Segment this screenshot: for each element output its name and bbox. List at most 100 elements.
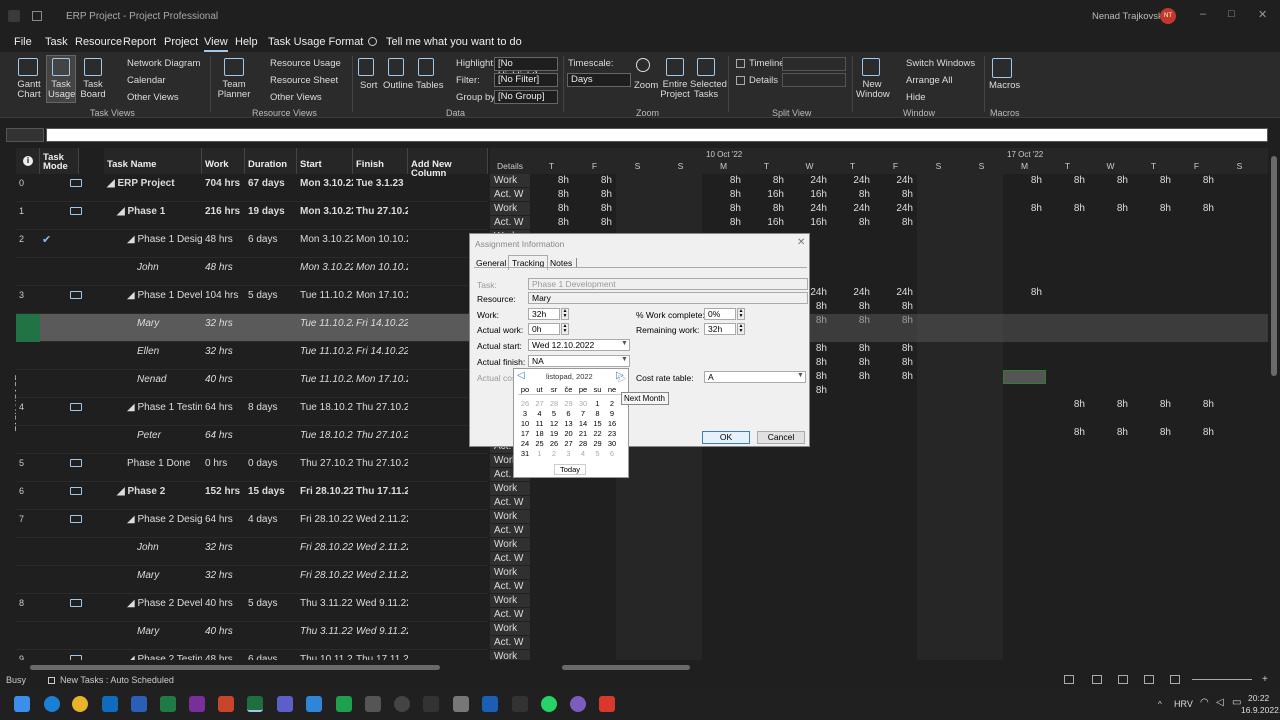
- work-cell[interactable]: 152 hrs: [202, 482, 245, 510]
- work-value-cell[interactable]: 8h: [1003, 174, 1046, 188]
- remaining-spinner[interactable]: ▲ ▼: [737, 323, 745, 335]
- other-views-button[interactable]: Other Views: [127, 92, 179, 103]
- work-value-cell[interactable]: 24h: [874, 174, 917, 188]
- work-value-cell[interactable]: 8h: [1089, 174, 1132, 188]
- excel-icon[interactable]: [160, 696, 176, 712]
- work-value-cell[interactable]: 8h: [1003, 202, 1046, 216]
- switch-windows-button[interactable]: Switch Windows: [906, 58, 975, 69]
- task-name-cell[interactable]: John: [134, 258, 202, 286]
- task-name-cell[interactable]: ◢ Phase 2 Testing: [124, 650, 202, 660]
- calendar-day[interactable]: 5: [547, 409, 561, 418]
- calendar-day[interactable]: 25: [533, 439, 547, 448]
- work-cell[interactable]: 32 hrs: [202, 566, 245, 594]
- pct-work-complete-input[interactable]: 0%: [704, 308, 736, 320]
- work-value-cell[interactable]: 8h: [1046, 202, 1089, 216]
- work-cell[interactable]: 48 hrs: [202, 650, 245, 660]
- calendar-day[interactable]: 28: [576, 439, 590, 448]
- start-cell[interactable]: Mon 3.10.22: [297, 230, 353, 258]
- work-value-cell[interactable]: 8h: [745, 202, 788, 216]
- new-window-button[interactable]: New Window: [856, 80, 890, 100]
- finish-cell[interactable]: Tue 3.1.23: [353, 174, 408, 202]
- task-name-cell[interactable]: Mary: [134, 314, 202, 342]
- actual-finish-input[interactable]: NA: [528, 355, 630, 367]
- work-value-cell[interactable]: 8h: [1003, 286, 1046, 300]
- actual-work-cell[interactable]: 8h: [573, 216, 616, 230]
- work-cell[interactable]: 0 hrs: [202, 454, 245, 482]
- calendar-day[interactable]: 5: [591, 449, 605, 458]
- calendar-day[interactable]: 20: [562, 429, 576, 438]
- selected-tasks-button[interactable]: Selected Tasks: [690, 80, 727, 100]
- calendar-day[interactable]: 24: [518, 439, 532, 448]
- start-cell[interactable]: Mon 3.10.22: [297, 174, 353, 202]
- calendar-day[interactable]: 30: [576, 399, 590, 408]
- task-name-cell[interactable]: Peter: [134, 426, 202, 454]
- col-add-new[interactable]: Add New Column: [408, 148, 488, 178]
- work-cell[interactable]: 40 hrs: [202, 594, 245, 622]
- calendar-day[interactable]: 21: [576, 429, 590, 438]
- calendar-day[interactable]: 6: [605, 449, 619, 458]
- duration-cell[interactable]: [245, 314, 297, 342]
- calendar-day[interactable]: 4: [576, 449, 590, 458]
- start-cell[interactable]: Tue 18.10.22: [297, 398, 353, 426]
- hide-button[interactable]: Hide: [906, 92, 926, 103]
- edge-icon[interactable]: [44, 696, 60, 712]
- col-work[interactable]: Work: [202, 148, 245, 174]
- col-indicators[interactable]: i: [16, 148, 40, 174]
- filter-select[interactable]: [No Filter]: [494, 73, 558, 87]
- entry-cancel-icon[interactable]: [6, 128, 44, 142]
- calendar-day[interactable]: 11: [533, 419, 547, 428]
- duration-cell[interactable]: [245, 566, 297, 594]
- tell-me-input[interactable]: Tell me what you want to do: [386, 36, 522, 48]
- viber-icon[interactable]: [570, 696, 586, 712]
- work-value-cell[interactable]: 24h: [788, 174, 831, 188]
- outline-button[interactable]: Outline: [383, 80, 413, 91]
- new-tasks-mode[interactable]: New Tasks : Auto Scheduled: [60, 675, 174, 685]
- powerpoint-icon[interactable]: [218, 696, 234, 712]
- col-task-mode[interactable]: Task Mode: [40, 148, 79, 174]
- work-cell[interactable]: 48 hrs: [202, 258, 245, 286]
- menu-report[interactable]: Report: [123, 36, 156, 48]
- grid-hscroll-thumb[interactable]: [562, 665, 690, 670]
- table-hscroll-thumb[interactable]: [30, 665, 440, 670]
- arrange-all-button[interactable]: Arrange All: [906, 75, 952, 86]
- work-cell[interactable]: 48 hrs: [202, 230, 245, 258]
- actual-work-cell[interactable]: 8h: [874, 216, 917, 230]
- work-value-cell[interactable]: 8h: [874, 342, 917, 356]
- cost-rate-dropdown-icon[interactable]: ▼: [797, 372, 804, 379]
- work-value-cell[interactable]: 8h: [1132, 426, 1175, 440]
- zoom-button[interactable]: Zoom: [634, 80, 658, 91]
- table-hscrollbar[interactable]: [16, 662, 488, 672]
- task-board-button[interactable]: Task Board: [80, 80, 106, 100]
- highlight-select[interactable]: [No Highlight]: [494, 57, 558, 81]
- avatar[interactable]: NT: [1160, 8, 1176, 24]
- other-views-resource-button[interactable]: Other Views: [270, 92, 322, 103]
- work-cell[interactable]: 64 hrs: [202, 398, 245, 426]
- chrome-icon[interactable]: [72, 696, 88, 712]
- work-value-cell[interactable]: 8h: [1089, 398, 1132, 412]
- task-name-cell[interactable]: Nenad: [134, 370, 202, 398]
- actual-work-cell[interactable]: 8h: [874, 356, 917, 370]
- clock-time[interactable]: 20:22: [1248, 693, 1269, 703]
- tray-expand-icon[interactable]: ^: [1158, 700, 1162, 709]
- gantt-chart-button[interactable]: Gantt Chart: [14, 80, 44, 100]
- duration-cell[interactable]: 8 days: [245, 398, 297, 426]
- table-row[interactable]: Mary 40 hrs Thu 3.11.22 Wed 9.11.22: [16, 622, 488, 650]
- actual-work-cell[interactable]: 8h: [831, 216, 874, 230]
- tables-button[interactable]: Tables: [416, 80, 443, 91]
- finish-cell[interactable]: Thu 27.10.22: [353, 202, 408, 230]
- start-cell[interactable]: Thu 27.10.22: [297, 454, 353, 482]
- finish-cell[interactable]: Thu 17.11.22: [353, 650, 408, 660]
- work-cell[interactable]: 40 hrs: [202, 370, 245, 398]
- duration-cell[interactable]: [245, 426, 297, 454]
- vertical-scrollbar[interactable]: [1270, 148, 1278, 660]
- calendar-day[interactable]: 7: [576, 409, 590, 418]
- work-value-cell[interactable]: 8h: [573, 202, 616, 216]
- table-row[interactable]: 9 ◢ Phase 2 Testing 48 hrs 6 days Thu 10.11.…: [16, 650, 488, 660]
- work-cell[interactable]: 32 hrs: [202, 538, 245, 566]
- duration-cell[interactable]: 67 days: [245, 174, 297, 202]
- duration-cell[interactable]: 5 days: [245, 286, 297, 314]
- cancel-button[interactable]: Cancel: [757, 431, 805, 444]
- sort-button[interactable]: Sort: [360, 80, 377, 91]
- snipping-icon[interactable]: [365, 696, 381, 712]
- actual-finish-dropdown-icon[interactable]: ▼: [621, 356, 628, 363]
